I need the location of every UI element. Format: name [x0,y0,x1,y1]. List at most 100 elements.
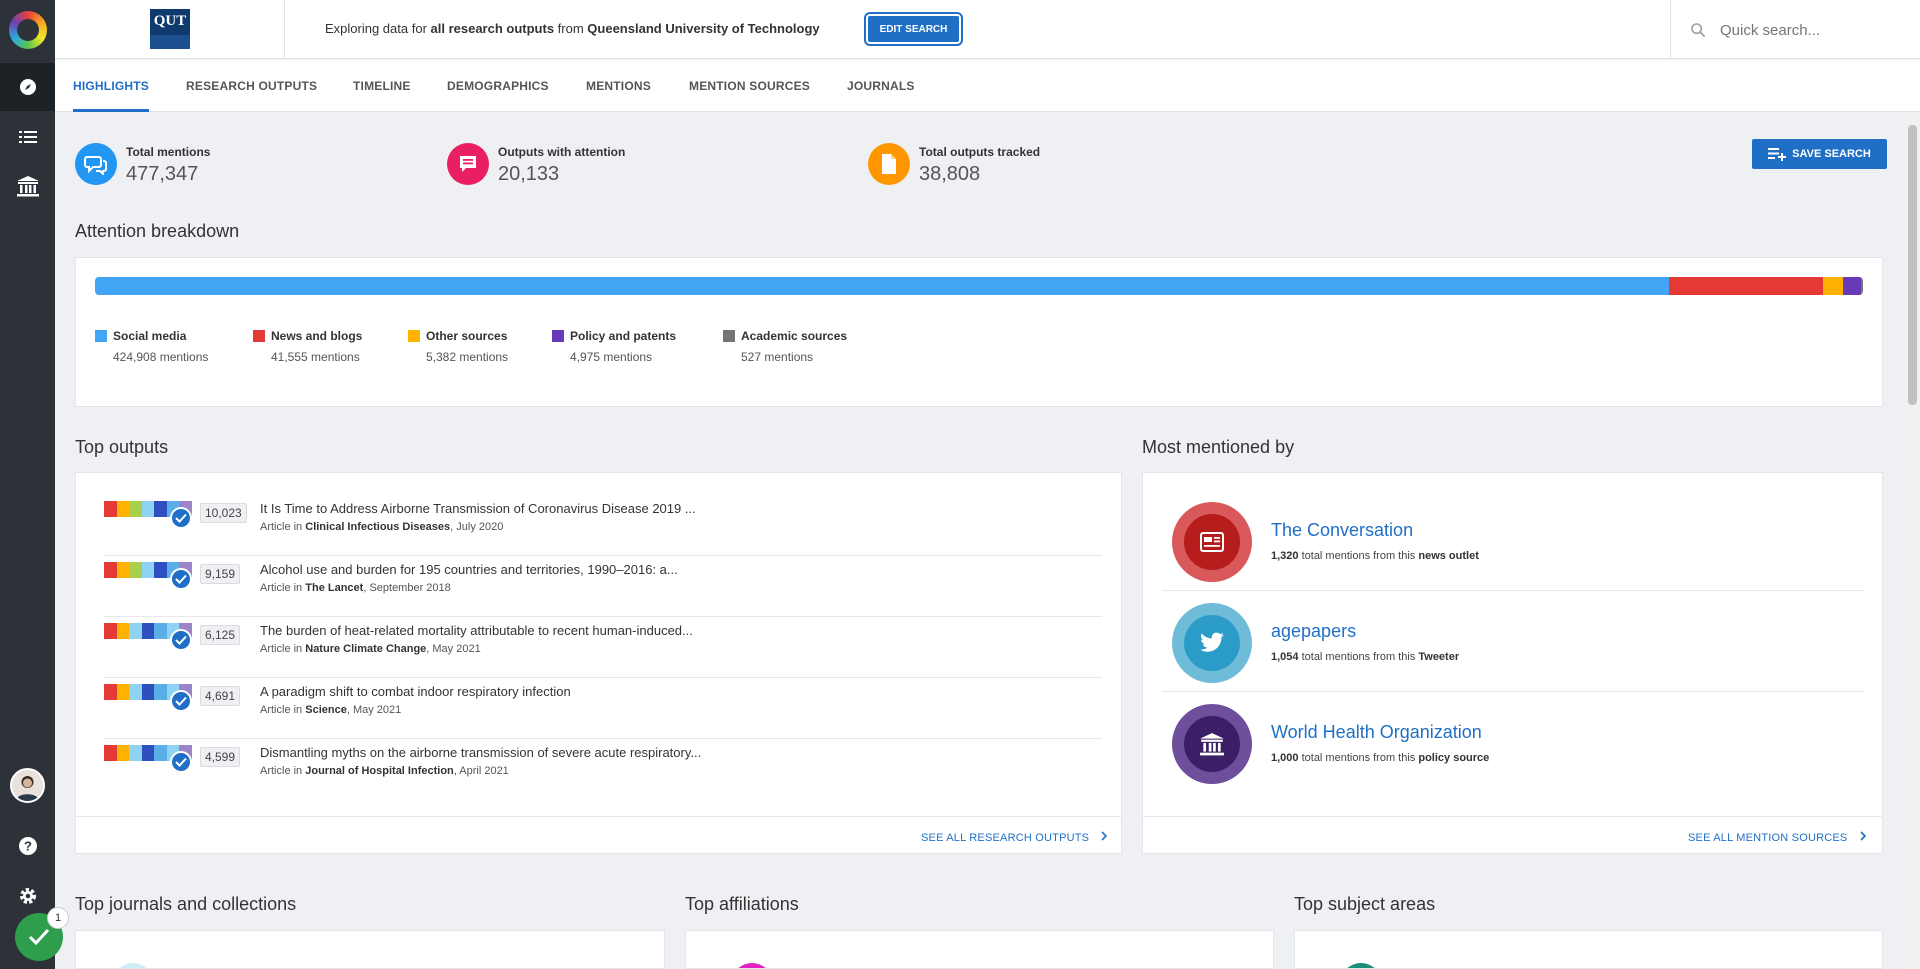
institution-icon[interactable] [0,162,55,210]
mention-source-row[interactable]: World Health Organization 1,000 total me… [1162,692,1864,793]
output-row[interactable]: 10,023 It Is Time to Address Airborne Tr… [104,495,1102,556]
output-row[interactable]: 6,125 The burden of heat-related mortali… [104,617,1102,678]
legend-swatch [723,330,735,342]
mention-source-row[interactable]: The Conversation 1,320 total mentions fr… [1162,490,1864,591]
avatar[interactable] [10,768,45,803]
comment-icon [447,143,489,185]
legend-name: Policy and patents [570,329,677,343]
attention-donut-icon [104,501,193,529]
card-divider [1142,816,1883,817]
add-list-icon [1768,148,1787,161]
attention-donut-icon [104,623,193,651]
legend-count: 424,908 mentions [113,350,209,364]
notification-badge: 1 [47,907,69,929]
mention-source-name[interactable]: agepapers [1271,621,1356,642]
header-divider [1670,0,1671,59]
legend-name: News and blogs [271,329,363,343]
legend-count: 5,382 mentions [426,350,509,364]
attention-score: 4,599 [200,747,241,767]
altmetric-logo[interactable] [0,0,55,59]
tab-research-outputs[interactable]: RESEARCH OUTPUTS [186,60,317,112]
bar-segment-social-media[interactable] [95,277,1669,295]
tab-timeline[interactable]: TIMELINE [353,60,411,112]
output-row[interactable]: 4,599 Dismantling myths on the airborne … [104,739,1102,800]
see-all-mention-sources-link[interactable]: SEE ALL MENTION SOURCES [1688,831,1867,844]
output-meta: Article in Nature Climate Change, May 20… [260,643,481,655]
top-journals-title: Top journals and collections [75,894,297,914]
mention-source-name[interactable]: The Conversation [1271,520,1413,541]
output-row[interactable]: 9,159 Alcohol use and burden for 195 cou… [104,556,1102,617]
stat-label: Total mentions [126,145,211,159]
legend-name: Other sources [426,329,508,343]
bar-segment-policy-and-patents[interactable] [1842,277,1862,295]
output-row[interactable]: 4,691 A paradigm shift to combat indoor … [104,678,1102,739]
top-affiliations-card [685,930,1274,969]
search-icon [1691,23,1706,38]
explore-compass-icon[interactable] [0,63,55,111]
attention-donut-icon [104,562,193,590]
help-icon[interactable]: ? [0,822,55,870]
chat-bubbles-icon [75,143,117,185]
list-icon[interactable] [0,113,55,161]
tab-mention-sources[interactable]: MENTION SOURCES [689,60,810,112]
tab-journals[interactable]: JOURNALS [847,60,915,112]
page-scrollbar[interactable] [1905,113,1920,969]
subject-avatar-icon [1340,963,1382,968]
output-meta: Article in Journal of Hospital Infection… [260,765,509,777]
mention-source-desc: 1,320 total mentions from this news outl… [1271,550,1479,562]
legend-name: Social media [113,329,187,343]
output-meta: Article in Science, May 2021 [260,704,402,716]
tab-highlights[interactable]: HIGHLIGHTS [73,60,149,112]
see-all-research-outputs-link[interactable]: SEE ALL RESEARCH OUTPUTS [921,831,1108,844]
settings-gear-icon[interactable] [0,872,55,920]
output-title[interactable]: A paradigm shift to combat indoor respir… [260,684,571,699]
scrollbar-thumb[interactable] [1908,125,1917,405]
newspaper-icon [1172,502,1252,582]
legend-swatch [253,330,265,342]
top-journals-card [75,930,665,969]
save-search-button[interactable]: SAVE SEARCH [1752,139,1887,169]
affiliation-avatar-icon [731,963,773,968]
attention-score: 9,159 [200,564,241,584]
journal-avatar-icon [112,963,154,968]
bar-segment-other-sources[interactable] [1822,277,1843,295]
legend-count: 4,975 mentions [570,350,653,364]
legend-count: 41,555 mentions [271,350,360,364]
stat-label: Total outputs tracked [919,145,1041,159]
top-subject-areas-title: Top subject areas [1294,894,1436,914]
tab-demographics[interactable]: DEMOGRAPHICS [447,60,549,112]
header-divider [284,0,285,59]
bar-segment-academic-sources[interactable] [1861,277,1863,295]
output-title[interactable]: It Is Time to Address Airborne Transmiss… [260,501,696,516]
svg-text:?: ? [24,839,32,854]
legend-count: 527 mentions [741,350,814,364]
legend-swatch [408,330,420,342]
bar-segment-news-and-blogs[interactable] [1668,277,1823,295]
chevron-right-icon [1860,831,1866,841]
output-title[interactable]: Alcohol use and burden for 195 countries… [260,562,678,577]
tab-mentions[interactable]: MENTIONS [586,60,651,112]
most-mentioned-title: Most mentioned by [1142,437,1295,457]
attention-score: 10,023 [200,503,247,523]
legend-swatch [552,330,564,342]
stat-label: Outputs with attention [498,145,626,159]
quick-search-input[interactable] [1720,21,1870,39]
qut-logo[interactable]: QUT [150,9,190,49]
mention-source-desc: 1,000 total mentions from this policy so… [1271,752,1490,764]
document-icon [868,143,910,185]
top-affiliations-title: Top affiliations [685,894,799,914]
attention-stacked-bar [95,277,1863,295]
twitter-icon [1172,603,1252,683]
edit-search-button[interactable]: EDIT SEARCH [864,12,963,46]
explore-summary: Exploring data for all research outputs … [325,21,820,36]
mention-source-row[interactable]: agepapers 1,054 total mentions from this… [1162,591,1864,692]
output-title[interactable]: Dismantling myths on the airborne transm… [260,745,701,760]
top-outputs-title: Top outputs [75,437,169,457]
top-header: QUT Exploring data for all research outp… [55,0,1920,59]
institution-icon [1172,704,1252,784]
quick-search[interactable] [1690,16,1870,44]
output-title[interactable]: The burden of heat-related mortality att… [260,623,693,638]
mention-source-name[interactable]: World Health Organization [1271,722,1482,743]
top-subject-areas-card [1294,930,1883,969]
attention-donut-icon [104,745,193,773]
